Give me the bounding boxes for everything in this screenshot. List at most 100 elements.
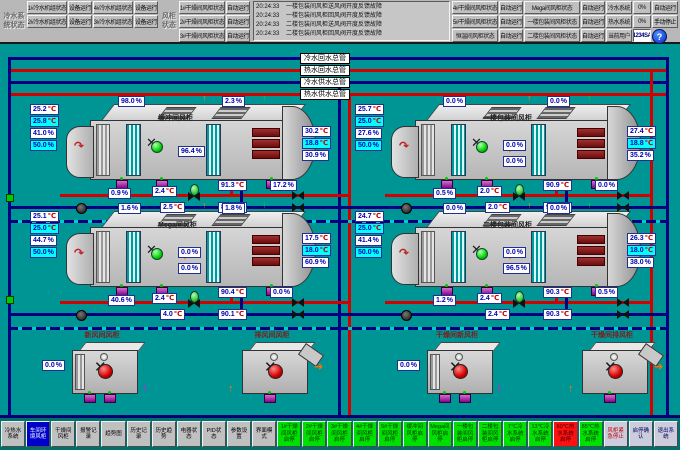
nav-button-13[interactable]: 2#干燥间风柜启停 — [302, 421, 326, 447]
ahu-run-status[interactable]: 自动运行 — [226, 15, 250, 28]
chiller-run-status[interactable]: 设备运行 — [68, 1, 92, 14]
value-number: 0.0 — [506, 249, 516, 256]
nav-button-5[interactable]: 趋势图 — [101, 421, 125, 447]
valve-icon[interactable] — [292, 191, 304, 200]
damper-actuator-icon[interactable] — [84, 394, 96, 403]
nose-pipe-icon: ↷ — [399, 249, 409, 258]
value-unit: ℃ — [236, 182, 244, 189]
nav-button-14[interactable]: 3#干燥间风柜启停 — [327, 421, 351, 447]
help-icon[interactable]: ? — [652, 29, 667, 44]
valve-icon[interactable] — [513, 299, 525, 308]
value-number: 27.6 — [358, 130, 372, 137]
nav-button-20[interactable]: 二楼包装间风柜启停 — [478, 421, 502, 447]
nav-button-6[interactable]: 历史记录 — [127, 421, 151, 447]
nav-button-8[interactable]: 电器状态 — [177, 421, 201, 447]
ahu-name-button[interactable]: 4#干燥间风柜状态 — [452, 1, 498, 14]
system-run-status[interactable]: 自动运行 — [652, 1, 678, 14]
ahu-name-button[interactable]: 恒温间风柜状态 — [452, 29, 498, 42]
nav-button-24[interactable]: 85℃热水系统启停 — [579, 421, 603, 447]
nav-button-27[interactable]: 退出系统 — [654, 421, 678, 447]
ahu-name-button[interactable]: 一楼包装间风柜状态 — [524, 15, 580, 28]
chiller-name-button[interactable]: 3#冷水机组状态 — [93, 15, 133, 28]
ahu-name-button[interactable]: 1#干燥间风柜状态 — [179, 1, 225, 14]
ahu-run-status[interactable]: 自动运行 — [581, 15, 605, 28]
nav-button-19[interactable]: 一楼包装间风柜启停 — [453, 421, 477, 447]
fan-unit-label: 新风间风柜 — [42, 330, 162, 340]
valve-icon[interactable] — [292, 298, 304, 307]
valve-icon[interactable] — [292, 310, 304, 319]
nav-button-4[interactable]: 报警记录 — [76, 421, 100, 447]
coil-slab — [252, 246, 280, 255]
nav-button-9[interactable]: PID状态 — [202, 421, 226, 447]
coil-slab — [252, 128, 280, 137]
water-circuit-value-box: 2.4℃ — [152, 186, 177, 197]
ahu-name-button[interactable]: 3#干燥间风柜状态 — [179, 29, 225, 42]
ahu-run-status[interactable]: 自动运行 — [226, 1, 250, 14]
valve-icon[interactable] — [188, 299, 200, 308]
nav-button-7[interactable]: 历史趋势 — [152, 421, 176, 447]
ahu-name-button[interactable]: Mega间风柜状态 — [524, 1, 580, 14]
damper-actuator-icon[interactable] — [459, 394, 471, 403]
system-run-status[interactable]: 手动停止 — [652, 15, 678, 28]
ahu-run-status[interactable]: 自动运行 — [499, 1, 523, 14]
valve-icon[interactable] — [617, 203, 629, 212]
chiller-name-button[interactable]: 2#冷水机组状态 — [27, 15, 67, 28]
nav-button-26[interactable]: 启停确认 — [629, 421, 653, 447]
value-number: 25.8 — [33, 118, 47, 125]
damper-actuator-icon[interactable] — [104, 394, 116, 403]
nav-button-18[interactable]: Mega间风柜启停 — [428, 421, 452, 447]
ahu-name-button[interactable]: 2#干燥间风柜状态 — [179, 15, 225, 28]
nav-button-1[interactable]: 冷热水系统 — [1, 421, 25, 447]
chiller-run-status[interactable]: 设备运行 — [68, 15, 92, 28]
valve-icon[interactable] — [188, 192, 200, 201]
nav-button-12[interactable]: 1#干燥间风柜启停 — [277, 421, 301, 447]
nose-pipe-icon: ↷ — [74, 142, 84, 151]
value-unit: % — [645, 259, 651, 266]
chiller-status-grid: 1#冷水机组状态设备运行4#冷水机组状态设备运行2#冷水机组状态设备运行3#冷水… — [27, 1, 158, 28]
nav-button-16[interactable]: 5#干燥间风柜启停 — [378, 421, 402, 447]
damper-position-box: 98.0% — [118, 96, 145, 107]
nav-button-10[interactable]: 参数设置 — [227, 421, 251, 447]
chiller-name-button[interactable]: 1#冷水机组状态 — [27, 1, 67, 14]
value-unit: % — [373, 142, 379, 149]
ahu-run-status[interactable]: 自动运行 — [499, 15, 523, 28]
nav-button-21[interactable]: 7℃冷水系统启停 — [503, 421, 527, 447]
nav-button-11[interactable]: 界面模式 — [252, 421, 276, 447]
nav-button-15[interactable]: 4#干燥间风柜启停 — [353, 421, 377, 447]
water-circuit-value-box: 1.2% — [433, 295, 456, 306]
supply-air-value-box: 26.3℃ — [627, 233, 656, 244]
ahu-run-status[interactable]: 自动运行 — [499, 29, 523, 42]
ahu-run-status[interactable]: 自动运行 — [226, 29, 250, 42]
value-number: 0.0 — [506, 158, 516, 165]
riser-pipe — [8, 57, 11, 416]
nav-button-22[interactable]: 13℃冷水系统启停 — [528, 421, 552, 447]
ahu-run-status[interactable]: 自动运行 — [581, 1, 605, 14]
value-unit: % — [126, 297, 132, 304]
value-unit: ℃ — [645, 140, 653, 147]
value-number: 50.0 — [358, 142, 372, 149]
chiller-name-button[interactable]: 4#冷水机组状态 — [93, 1, 133, 14]
nav-button-25[interactable]: 风柜紧急停止 — [604, 421, 628, 447]
ahu-run-status[interactable]: 自动运行 — [581, 29, 605, 42]
chiller-run-status[interactable]: 设备运行 — [134, 15, 158, 28]
nav-button-17[interactable]: 缓冲间风柜启停 — [403, 421, 427, 447]
value-number: 1.2 — [436, 297, 446, 304]
return-air-value-box: 50.0% — [355, 247, 382, 258]
ahu-name-button[interactable]: 5#干燥间风柜状态 — [452, 15, 498, 28]
valve-icon[interactable] — [617, 298, 629, 307]
value-unit: ℃ — [499, 311, 507, 318]
damper-actuator-icon[interactable] — [264, 394, 276, 403]
valve-icon[interactable] — [617, 310, 629, 319]
valve-icon[interactable] — [292, 203, 304, 212]
top-status-toolbar: 冷水系统状态1#冷水机组状态设备运行4#冷水机组状态设备运行2#冷水机组状态设备… — [0, 0, 680, 44]
damper-actuator-icon[interactable] — [604, 394, 616, 403]
valve-icon[interactable] — [617, 191, 629, 200]
valve-icon[interactable] — [513, 192, 525, 201]
ahu-name-button[interactable]: 二楼包装间风柜状态 — [524, 29, 580, 42]
return-air-value-box: 50.0% — [30, 140, 57, 151]
nav-button-3[interactable]: 干燥间风柜 — [51, 421, 75, 447]
damper-actuator-icon[interactable] — [439, 394, 451, 403]
nav-button-2[interactable]: 车间环境风柜 — [26, 421, 50, 447]
chiller-run-status[interactable]: 设备运行 — [134, 1, 158, 14]
nav-button-23[interactable]: 60℃热水系统启停 — [553, 421, 577, 447]
